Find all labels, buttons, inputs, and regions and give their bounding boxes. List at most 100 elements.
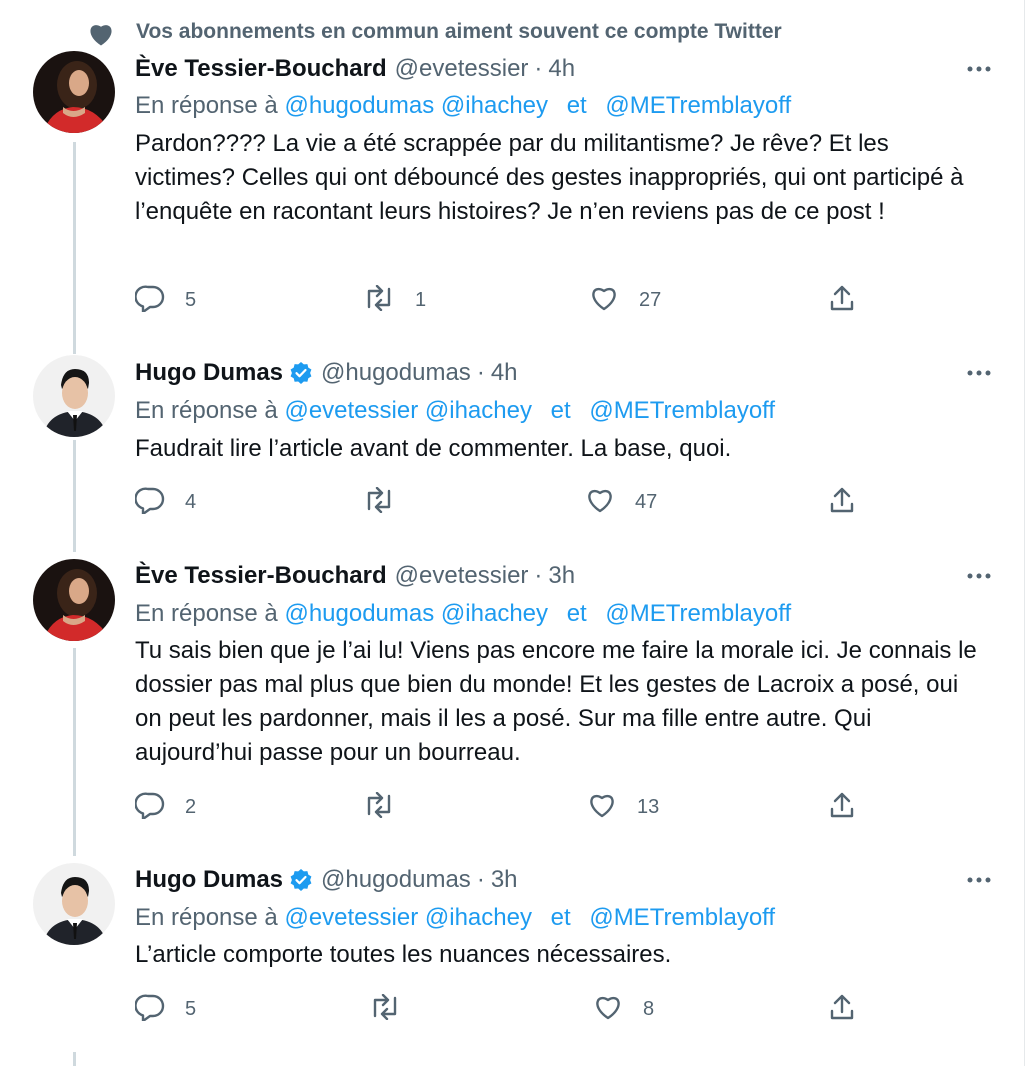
avatar[interactable] [33,51,115,133]
mention-link[interactable]: @METremblayoff [589,904,775,931]
replying-to: En réponse à @hugodumas @ihachey et @MET… [135,90,791,122]
reply-button[interactable]: 2 [134,789,197,825]
retweet-button[interactable] [363,789,415,825]
mention-link[interactable]: @ihachey [441,92,548,119]
more-options-icon[interactable] [964,561,994,591]
separator-dot: · [534,55,543,82]
reply-icon [134,791,165,824]
share-button[interactable] [829,282,855,318]
avatar[interactable] [33,355,115,437]
tweet-text: Faudrait lire l’article avant de comment… [135,435,732,462]
more-options-icon[interactable] [964,358,994,388]
mention-link[interactable]: @ihachey [441,600,548,627]
reply-joiner: et [566,92,587,119]
author-handle[interactable]: @hugodumas [321,866,471,894]
mention-link[interactable]: @hugodumas [284,92,434,119]
retweet-button[interactable] [369,991,421,1027]
avatar[interactable] [33,863,115,945]
retweet-count: 1 [415,288,427,311]
avatar[interactable] [33,559,115,641]
like-button[interactable]: 8 [593,991,654,1027]
mention-link[interactable]: @ihachey [425,904,532,931]
reply-count: 4 [185,490,197,513]
author-handle[interactable]: @evetessier [395,562,529,590]
thread-line [73,142,76,354]
mention-link[interactable]: @ihachey [425,397,532,424]
share-icon [829,284,855,317]
like-button[interactable]: 13 [587,789,659,825]
mention-link[interactable]: @hugodumas [284,600,434,627]
tweet-header: Hugo Dumas @hugodumas · 4h [135,357,518,389]
like-button[interactable]: 27 [589,282,661,318]
mention-link[interactable]: @evetessier [284,904,418,931]
share-button[interactable] [829,484,855,520]
reply-count: 5 [185,997,197,1020]
tweet-actions: 5 1 27 [134,282,865,318]
share-button[interactable] [829,789,855,825]
thread-line [73,440,76,552]
timestamp[interactable]: 4h [491,359,518,387]
replying-to: En réponse à @evetessier @ihachey et @ME… [135,902,775,934]
timeline-column: Vos abonnements en commun aiment souvent… [0,0,1025,1066]
verified-badge-icon [289,361,313,385]
like-button[interactable]: 47 [585,484,657,520]
reply-prefix: En réponse à [135,904,278,931]
author-name[interactable]: Ève Tessier-Bouchard [135,562,387,590]
author-name[interactable]: Hugo Dumas [135,866,283,894]
mention-link[interactable]: @METremblayoff [589,397,775,424]
author-name[interactable]: Hugo Dumas [135,359,283,387]
mention-link[interactable]: @METremblayoff [605,92,791,119]
social-context-text: Vos abonnements en commun aiment souvent… [136,20,782,43]
author-handle[interactable]: @evetessier [395,55,529,83]
timestamp[interactable]: 3h [491,866,518,894]
like-count: 27 [639,288,662,311]
mention-link[interactable]: @evetessier [284,397,418,424]
tweet-text: Tu sais bien que je l’ai lu! Viens pas e… [135,637,977,766]
author-name[interactable]: Ève Tessier-Bouchard [135,55,387,83]
retweet-button[interactable] [363,484,415,520]
reply-prefix: En réponse à [135,92,278,119]
tweet-text: Pardon???? La vie a été scrappée par du … [135,130,964,225]
heart-outline-icon [589,284,619,317]
mention-link[interactable]: @METremblayoff [605,600,791,627]
thread-line [73,1052,76,1066]
share-button[interactable] [829,991,855,1027]
reply-button[interactable]: 5 [134,282,197,318]
reply-joiner: et [550,397,571,424]
tweet-header: Ève Tessier-Bouchard @evetessier · 3h [135,560,575,592]
reply-icon [134,486,165,519]
reply-joiner: et [550,904,571,931]
author-handle[interactable]: @hugodumas [321,359,471,387]
timestamp[interactable]: 3h [548,562,575,590]
separator-dot: · [534,562,543,589]
tweet-actions: 4 47 [134,484,865,520]
like-count: 13 [637,795,660,818]
share-icon [829,486,855,519]
reply-count: 2 [185,795,197,818]
retweet-icon [363,791,395,823]
heart-outline-icon [585,486,615,519]
more-options-icon[interactable] [964,54,994,84]
reply-button[interactable]: 5 [134,991,197,1027]
reply-button[interactable]: 4 [134,484,197,520]
reply-prefix: En réponse à [135,600,278,627]
heart-outline-icon [593,993,623,1026]
like-count: 8 [643,997,655,1020]
reply-count: 5 [185,288,197,311]
reply-icon [134,993,165,1026]
verified-badge-icon [289,868,313,892]
like-count: 47 [635,490,658,513]
retweet-icon [369,993,401,1025]
tweet-text: L’article comporte toutes les nuances né… [135,941,672,968]
retweet-icon [363,486,395,518]
retweet-button[interactable]: 1 [363,282,426,318]
retweet-icon [363,284,395,316]
replying-to: En réponse à @hugodumas @ihachey et @MET… [135,598,791,630]
timestamp[interactable]: 4h [548,55,575,83]
tweet-actions: 5 8 [134,991,865,1027]
share-icon [829,993,855,1026]
replying-to: En réponse à @evetessier @ihachey et @ME… [135,395,775,427]
reply-joiner: et [566,600,587,627]
tweet-header: Hugo Dumas @hugodumas · 3h [135,864,518,896]
more-options-icon[interactable] [964,865,994,895]
